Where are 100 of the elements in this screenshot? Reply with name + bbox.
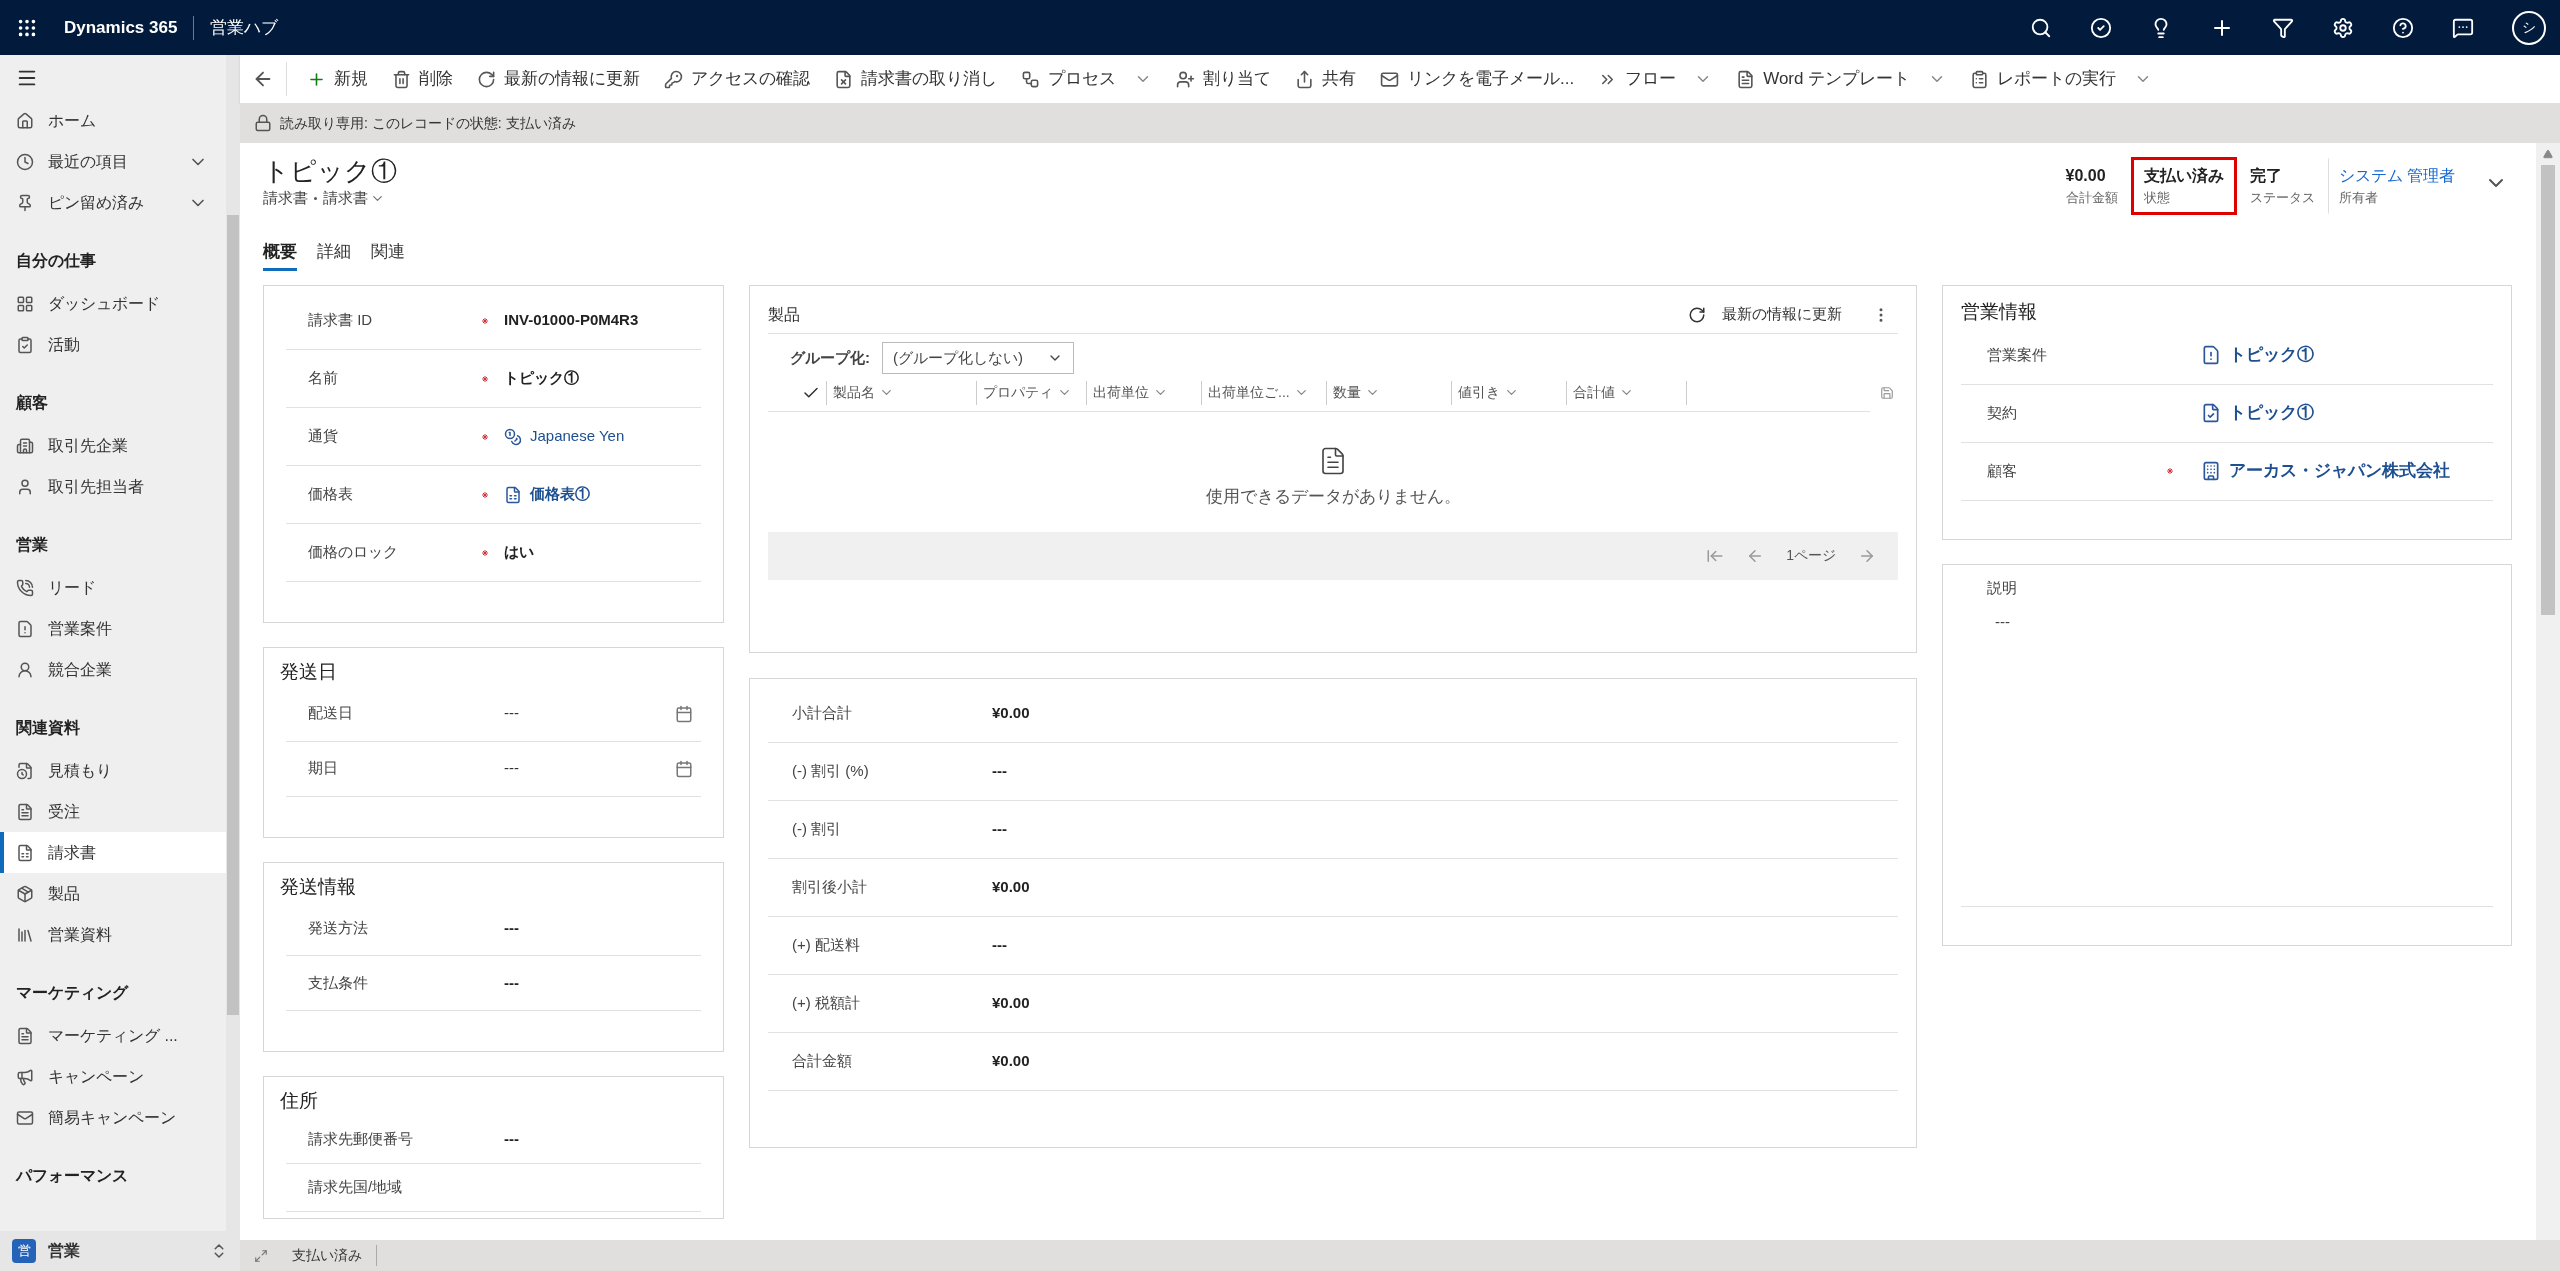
record-link[interactable]: アーカス・ジャパン株式会社 bbox=[2229, 458, 2450, 484]
field-value: --- bbox=[1994, 612, 2011, 632]
field-label: 請求先郵便番号 bbox=[307, 1128, 414, 1149]
save-icon[interactable] bbox=[1880, 385, 1894, 400]
scrollbar[interactable] bbox=[2536, 143, 2560, 1240]
field-value: ¥0.00 bbox=[992, 1050, 1030, 1071]
phone-icon bbox=[16, 578, 34, 597]
field-label: 請求先国/地域 bbox=[307, 1176, 404, 1197]
command-button[interactable]: フロー bbox=[1586, 59, 1725, 99]
required-mark-icon bbox=[482, 433, 488, 440]
command-button[interactable]: 最新の情報に更新 bbox=[465, 59, 652, 99]
nav-item[interactable]: 競合企業 bbox=[0, 649, 226, 690]
nav-item[interactable]: 請求書 bbox=[0, 832, 226, 873]
nav-item[interactable]: マーケティング ... bbox=[0, 1015, 226, 1056]
entity-name: 請求書 bbox=[263, 188, 308, 208]
nav-item[interactable]: 最近の項目 bbox=[0, 141, 226, 182]
column-header[interactable]: プロパティ bbox=[976, 380, 1086, 405]
section-title: 製品 bbox=[768, 304, 801, 325]
record-title: トピック① bbox=[263, 155, 398, 187]
form-selector[interactable]: 請求書 bbox=[323, 187, 385, 210]
nav-item[interactable]: 営業資料 bbox=[0, 914, 226, 955]
field-label: 名前 bbox=[307, 368, 339, 389]
help-icon[interactable] bbox=[2392, 16, 2414, 39]
command-button[interactable]: 共有 bbox=[1283, 59, 1368, 99]
column-header[interactable]: 値引き bbox=[1451, 380, 1566, 405]
nav-item[interactable]: 活動 bbox=[0, 324, 226, 365]
refresh-button[interactable]: 最新の情報に更新 bbox=[1688, 303, 1842, 326]
settings-icon[interactable] bbox=[2332, 16, 2354, 39]
command-button[interactable]: 請求書の取り消し bbox=[822, 59, 1009, 99]
field-label: (-) 割引 (%) bbox=[792, 760, 870, 781]
field-label: 支払条件 bbox=[307, 972, 369, 993]
share-icon bbox=[1295, 69, 1314, 89]
nav-item[interactable]: 取引先担当者 bbox=[0, 466, 226, 507]
document-icon bbox=[16, 1026, 34, 1045]
scroll-up-icon[interactable] bbox=[2543, 149, 2553, 159]
app-area-title[interactable]: 営業ハブ bbox=[210, 14, 279, 41]
field-value: --- bbox=[504, 703, 519, 724]
command-button[interactable]: 削除 bbox=[380, 59, 465, 99]
nav-item[interactable]: 営業案件 bbox=[0, 608, 226, 649]
command-button[interactable]: 割り当て bbox=[1164, 59, 1283, 99]
record-link[interactable]: トピック① bbox=[2229, 342, 2314, 368]
field-value: INV-01000-P0M4R3 bbox=[504, 310, 639, 331]
nav-item[interactable]: ダッシュボード bbox=[0, 283, 226, 324]
nav-section-heading: 営業 bbox=[16, 535, 48, 555]
document-icon bbox=[1736, 69, 1756, 89]
field-label: 契約 bbox=[1987, 402, 2018, 423]
filter-icon[interactable] bbox=[2272, 16, 2294, 39]
record-link[interactable]: トピック① bbox=[2229, 400, 2314, 426]
nav-item[interactable]: 見積もり bbox=[0, 750, 226, 791]
scrollbar[interactable] bbox=[226, 55, 240, 1231]
field-label: 説明 bbox=[1987, 577, 2018, 598]
header-field-value[interactable]: システム 管理者 bbox=[2338, 164, 2455, 188]
calendar-icon[interactable] bbox=[675, 704, 693, 723]
header-field-value: 完了 bbox=[2249, 166, 2283, 186]
document-clock-icon bbox=[16, 761, 34, 780]
building-icon bbox=[2201, 461, 2221, 481]
command-button[interactable]: 新規 bbox=[295, 59, 380, 99]
feedback-icon[interactable] bbox=[2452, 16, 2474, 39]
expand-icon[interactable] bbox=[254, 1248, 268, 1263]
nav-item[interactable]: 製品 bbox=[0, 873, 226, 914]
nav-item[interactable]: 簡易キャンペーン bbox=[0, 1097, 226, 1138]
tab[interactable]: 関連 bbox=[371, 238, 405, 271]
price-list-link[interactable]: 価格表① bbox=[530, 483, 590, 506]
nav-item[interactable]: ホーム bbox=[0, 100, 226, 141]
nav-item[interactable]: キャンペーン bbox=[0, 1056, 226, 1097]
search-icon[interactable] bbox=[2030, 16, 2052, 39]
area-switcher[interactable]: 営 営業 bbox=[0, 1231, 240, 1271]
currency-link[interactable]: Japanese Yen bbox=[530, 425, 625, 448]
command-button[interactable]: アクセスの確認 bbox=[652, 59, 822, 99]
column-header[interactable]: 数量 bbox=[1326, 380, 1451, 405]
field-value: はい bbox=[504, 542, 534, 563]
group-by-dropdown[interactable]: (グループ化しない) bbox=[882, 342, 1074, 374]
column-header[interactable]: 出荷単位 bbox=[1086, 380, 1201, 405]
scrollbar-thumb[interactable] bbox=[227, 215, 239, 1015]
required-mark-icon bbox=[482, 549, 488, 556]
column-header[interactable]: 製品名 bbox=[826, 380, 976, 405]
pin-icon bbox=[16, 193, 34, 212]
tab[interactable]: 詳細 bbox=[317, 238, 351, 271]
check-circle-icon[interactable] bbox=[2090, 16, 2112, 39]
command-button[interactable]: Word テンプレート bbox=[1724, 59, 1959, 99]
command-button[interactable]: リンクを電子メール... bbox=[1368, 59, 1587, 99]
nav-item[interactable]: リード bbox=[0, 567, 226, 608]
field-label: 配送日 bbox=[307, 703, 354, 724]
field-label: 請求書 ID bbox=[307, 310, 374, 331]
user-avatar[interactable]: シ bbox=[2512, 10, 2546, 45]
field-label: 通貨 bbox=[307, 426, 339, 447]
field-label: 発送方法 bbox=[307, 917, 369, 938]
readonly-notice: 読み取り専用: このレコードの状態: 支払い済み bbox=[280, 113, 576, 133]
scrollbar-thumb[interactable] bbox=[2541, 165, 2555, 615]
field-value: --- bbox=[504, 972, 519, 993]
nav-item[interactable]: ピン留め済み bbox=[0, 182, 226, 223]
column-header[interactable]: 合計値 bbox=[1566, 380, 1686, 405]
tab[interactable]: 概要 bbox=[263, 238, 297, 271]
calendar-icon[interactable] bbox=[675, 759, 693, 778]
nav-item[interactable]: 受注 bbox=[0, 791, 226, 832]
command-button[interactable]: プロセス bbox=[1009, 59, 1164, 99]
field-value: トピック① bbox=[504, 368, 579, 389]
command-button[interactable]: レポートの実行 bbox=[1958, 59, 2165, 99]
nav-item[interactable]: 取引先企業 bbox=[0, 425, 226, 466]
column-header[interactable]: 出荷単位ご... bbox=[1201, 380, 1326, 405]
